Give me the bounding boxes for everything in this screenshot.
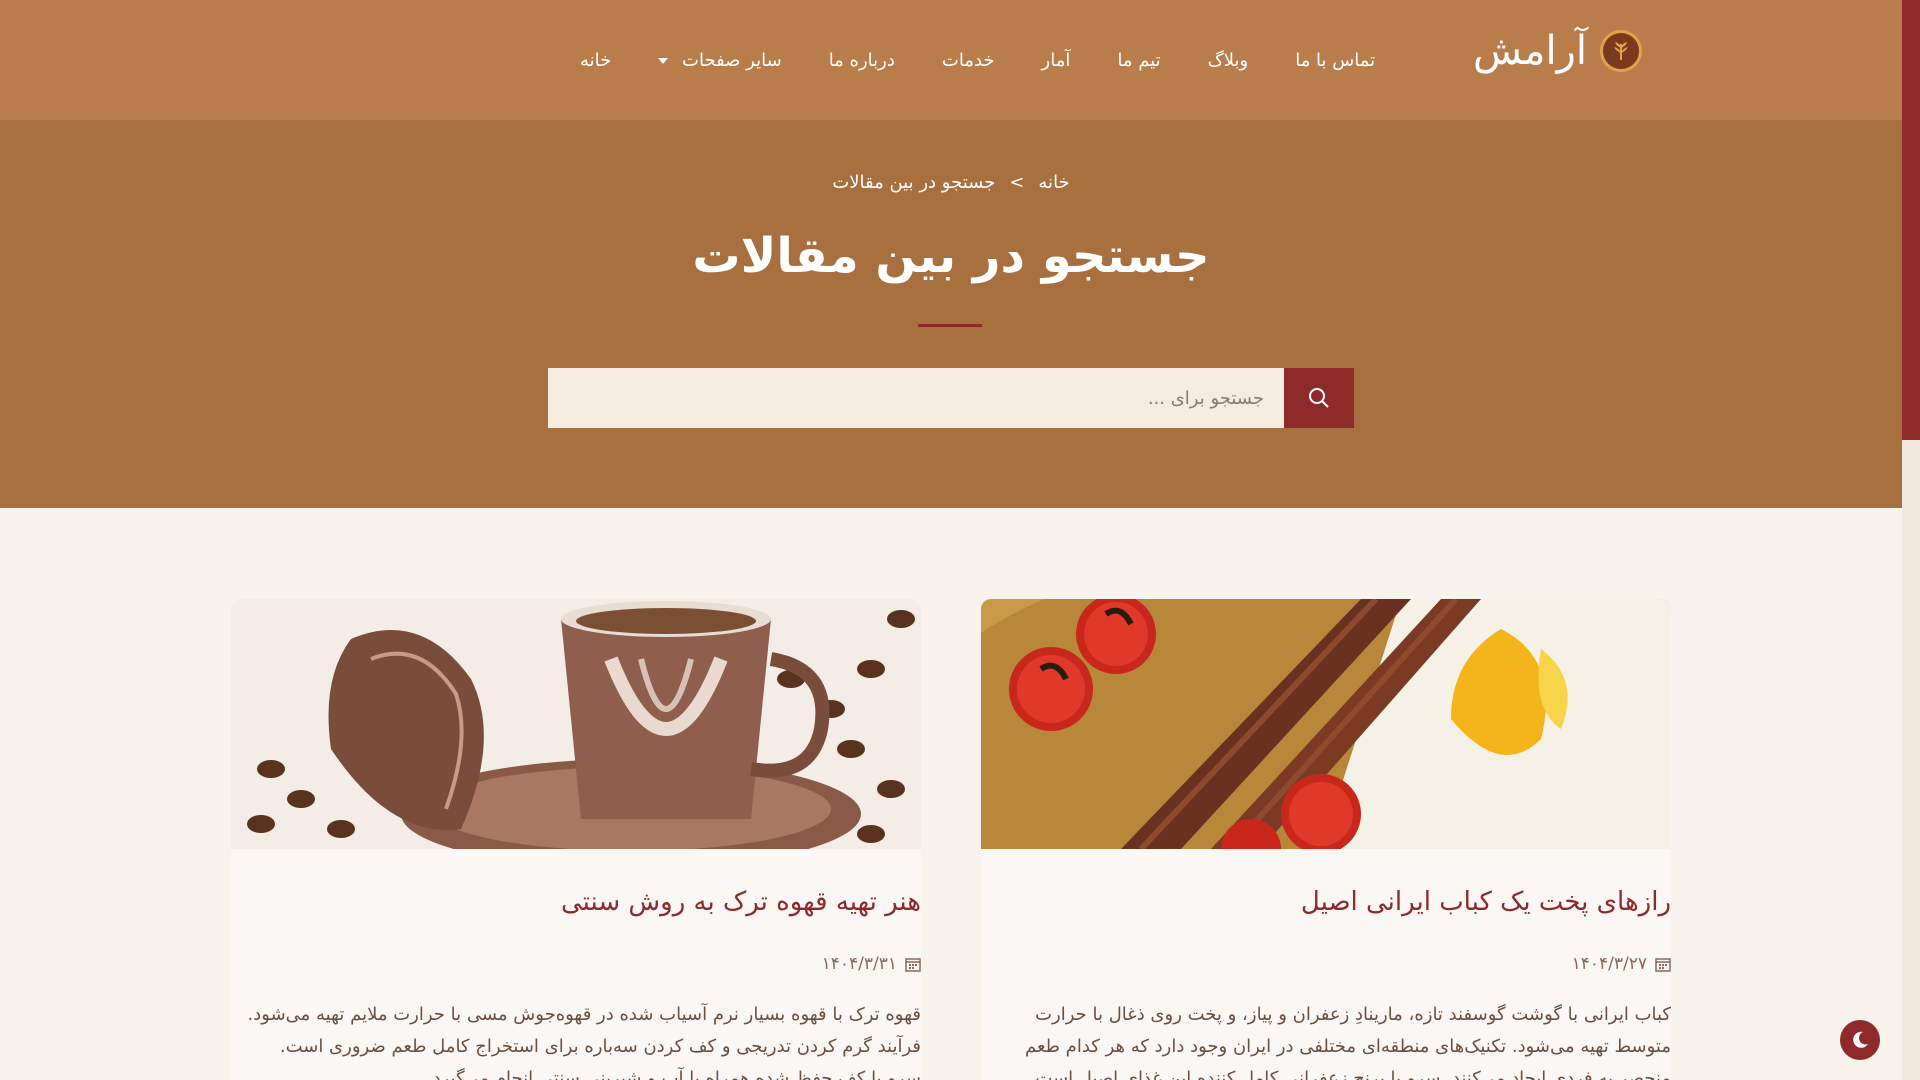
nav-item-team[interactable]: تیم ما — [1117, 42, 1160, 79]
page-hero: خانه > جستجو در بین مقالات جستجو در بین … — [0, 120, 1902, 508]
title-divider — [918, 324, 982, 327]
nav-item-other-pages-label: سایر صفحات — [682, 49, 782, 71]
search-input[interactable] — [548, 368, 1284, 428]
top-navbar: آرامش تماس با ما وبلاگ تیم ما آمار خدمات… — [0, 0, 1902, 120]
article-date: ۱۴۰۴/۳/۲۷ — [1572, 954, 1671, 974]
article-title[interactable]: رازهای پخت یک کباب ایرانی اصیل — [981, 887, 1671, 917]
article-card[interactable]: رازهای پخت یک کباب ایرانی اصیل ۱۴۰۴/۳/۲۷… — [981, 599, 1671, 1080]
page-scrollbar-thumb[interactable] — [1902, 0, 1920, 440]
logo-icon[interactable] — [1600, 30, 1642, 72]
search-button[interactable] — [1284, 368, 1354, 428]
article-excerpt: کباب ایرانی با گوشت گوسفند تازه، ماریناد… — [1024, 1004, 1671, 1080]
nav-item-blog[interactable]: وبلاگ — [1208, 42, 1249, 79]
turkish-coffee-image[interactable] — [231, 599, 921, 849]
nav-item-home[interactable]: خانه — [580, 42, 611, 79]
breadcrumb: خانه > جستجو در بین مقالات — [0, 172, 1902, 193]
nav-item-services[interactable]: خدمات — [942, 42, 995, 79]
brand-name[interactable]: آرامش — [1470, 28, 1590, 74]
breadcrumb-separator: > — [1009, 172, 1025, 193]
page-title: جستجو در بین مقالات — [692, 228, 1210, 284]
chevron-down-icon — [658, 57, 669, 64]
nav-item-contact[interactable]: تماس با ما — [1295, 42, 1375, 79]
calendar-icon — [1655, 958, 1671, 972]
moon-icon — [1853, 1031, 1868, 1048]
theme-toggle-button[interactable] — [1840, 1020, 1880, 1060]
search-form — [548, 368, 1354, 428]
article-date-text: ۱۴۰۴/۳/۳۱ — [821, 954, 897, 974]
breadcrumb-current: جستجو در بین مقالات — [832, 172, 996, 193]
article-excerpt: قهوه ترک با قهوه بسیار نرم آسیاب شده در … — [247, 1004, 921, 1080]
article-date: ۱۴۰۴/۳/۳۱ — [822, 954, 921, 974]
calendar-icon — [905, 958, 921, 972]
kebab-rice-image[interactable] — [981, 599, 1671, 849]
nav-item-about[interactable]: درباره ما — [829, 42, 895, 79]
nav-item-other-pages[interactable]: سایر صفحات — [658, 42, 782, 79]
article-title[interactable]: هنر تهیه قهوه ترک به روش سنتی — [231, 887, 921, 917]
search-icon — [1309, 388, 1329, 408]
article-card[interactable]: هنر تهیه قهوه ترک به روش سنتی ۱۴۰۴/۳/۳۱ … — [231, 599, 921, 1080]
article-date-text: ۱۴۰۴/۳/۲۷ — [1571, 954, 1647, 974]
nav-item-stats[interactable]: آمار — [1042, 42, 1071, 79]
breadcrumb-home[interactable]: خانه — [1038, 172, 1069, 193]
main-nav: تماس با ما وبلاگ تیم ما آمار خدمات دربار… — [580, 40, 1375, 80]
